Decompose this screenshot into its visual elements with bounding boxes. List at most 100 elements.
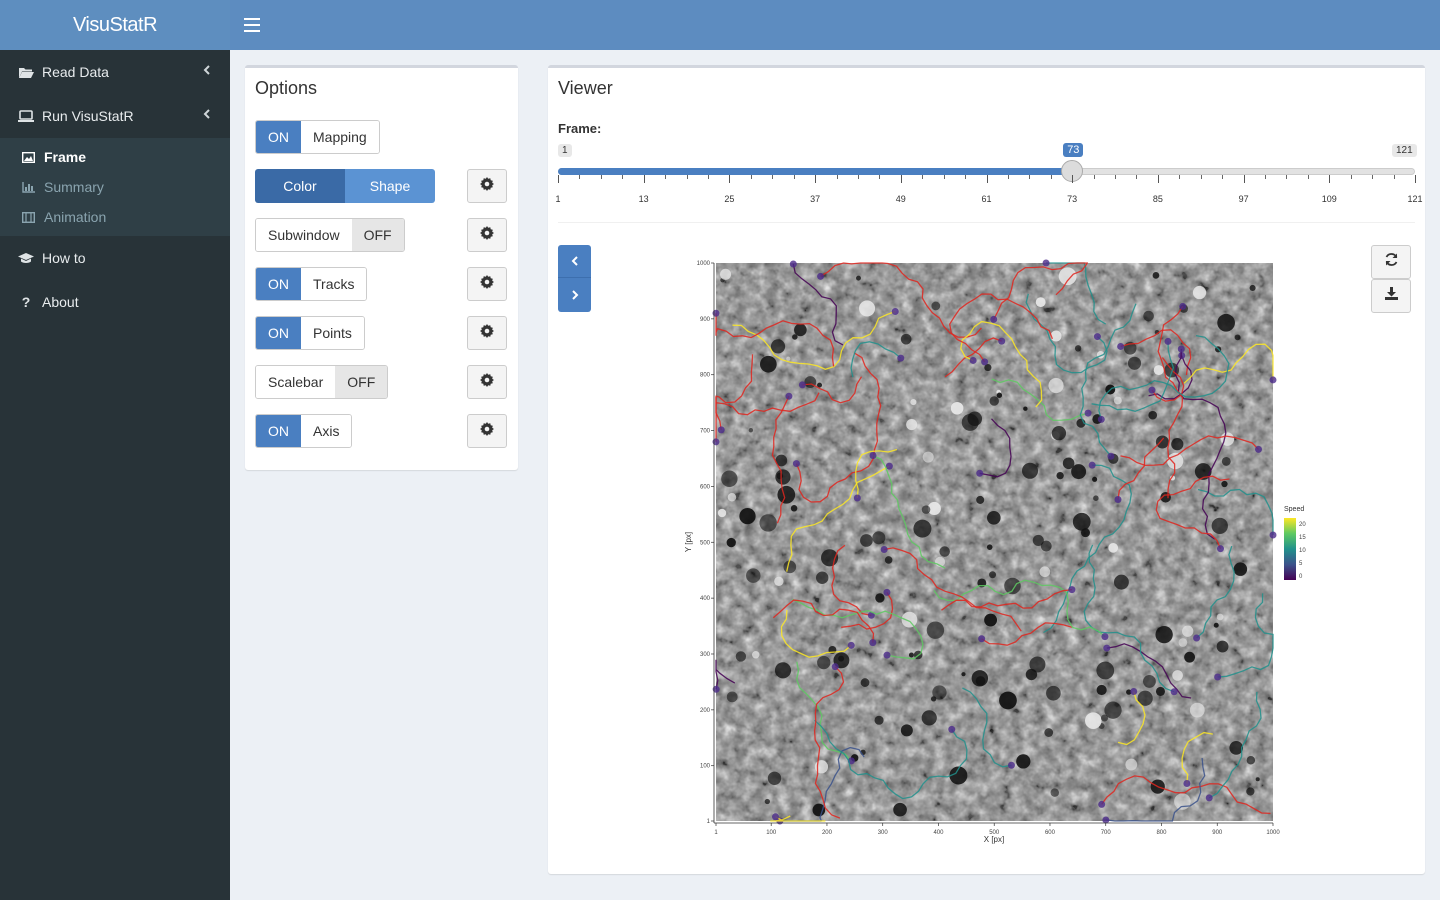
film-icon: [21, 211, 35, 223]
viewer-panel: Viewer Frame: 1 121 73 1 13 25 37 49 61 73 85 97…: [548, 65, 1425, 874]
slider-minor-tick: [922, 175, 924, 179]
cell-blob: [950, 401, 964, 415]
cell-blob: [1155, 435, 1169, 449]
cell-blob: [726, 691, 738, 703]
cell-blob: [717, 508, 727, 518]
subwindow-off[interactable]: OFF: [351, 219, 404, 251]
slider-major-tick: [1072, 175, 1074, 183]
microscopy-texture: [716, 263, 1273, 821]
cell-blob: [721, 470, 738, 487]
frame-slider-fill: [558, 168, 1073, 175]
subwindow-settings-button[interactable]: [467, 218, 507, 252]
track-point: [948, 725, 956, 733]
cell-blob: [1189, 702, 1205, 718]
sidebar-subitem-summary[interactable]: Summary: [0, 172, 230, 202]
color-shape-selector[interactable]: Color Shape: [255, 169, 435, 203]
slider-minor-tick: [600, 175, 602, 179]
tracks-on[interactable]: ON: [256, 268, 301, 300]
cell-blob: [720, 268, 732, 280]
sidebar-item-how-to[interactable]: How to: [0, 236, 230, 280]
chevron-left-icon: [571, 253, 579, 269]
cell-blob: [961, 672, 966, 677]
slider-minor-tick: [1050, 175, 1052, 179]
cell-blob: [874, 715, 884, 725]
x-tick-label: 400: [933, 830, 944, 836]
slider-tick-label: 97: [1238, 194, 1249, 204]
track-point: [981, 358, 989, 366]
frame-nav-buttons: [558, 245, 591, 312]
slider-minor-tick: [1029, 175, 1031, 179]
download-button[interactable]: [1371, 279, 1411, 313]
cell-blob: [726, 537, 736, 548]
x-tick-label: 200: [822, 830, 833, 836]
track-point: [817, 272, 825, 280]
cell-blob: [996, 392, 1003, 398]
app-logo[interactable]: VisuStatR: [0, 0, 230, 50]
track-point: [831, 663, 839, 671]
points-toggle[interactable]: ON Points: [255, 316, 365, 350]
slider-minor-tick: [1350, 175, 1352, 179]
cell-blob: [1048, 377, 1064, 394]
slider-tick-label: 61: [981, 194, 992, 204]
slider-major-tick: [729, 175, 731, 183]
next-frame-button[interactable]: [558, 278, 591, 311]
mapping-toggle[interactable]: ON Mapping: [255, 120, 380, 154]
color-button[interactable]: Color: [255, 169, 345, 203]
slider-minor-tick: [707, 175, 709, 179]
slider-tick-label: 85: [1152, 194, 1163, 204]
axis-settings-button[interactable]: [467, 414, 507, 448]
sidebar-submenu: Frame Summary Animation: [0, 138, 230, 236]
slider-minor-tick: [1286, 175, 1288, 179]
cell-blob: [901, 611, 918, 628]
sidebar-item-run-visustatr[interactable]: Run VisuStatR: [0, 94, 230, 138]
cell-blob: [872, 531, 886, 545]
scalebar-settings-button[interactable]: [467, 365, 507, 399]
download-icon: [1384, 286, 1399, 306]
hamburger-menu-icon[interactable]: [244, 14, 260, 36]
cell-blob: [921, 710, 937, 726]
subwindow-toggle[interactable]: Subwindow OFF: [255, 218, 405, 252]
cell-blob: [770, 339, 786, 354]
sidebar-subitem-frame[interactable]: Frame: [0, 142, 230, 172]
cell-blob: [1023, 406, 1028, 411]
axis-toggle[interactable]: ON Axis: [255, 414, 353, 448]
x-tick-label: 900: [1212, 830, 1223, 836]
cell-blob: [1113, 396, 1122, 405]
sidebar-item-label: Read Data: [42, 64, 109, 80]
points-on[interactable]: ON: [256, 317, 301, 349]
question-icon: ?: [21, 294, 31, 310]
axis-on[interactable]: ON: [256, 415, 301, 447]
cell-blob: [910, 399, 917, 406]
cell-blob: [1221, 456, 1231, 466]
cell-blob: [1032, 534, 1044, 546]
scalebar-off[interactable]: OFF: [335, 366, 388, 398]
mapping-on[interactable]: ON: [256, 121, 301, 153]
refresh-button[interactable]: [1371, 245, 1411, 279]
speed-legend: Speed 20 15 10 5 0: [1284, 506, 1306, 580]
sidebar-item-read-data[interactable]: Read Data: [0, 50, 230, 94]
cell-blob: [906, 419, 918, 431]
y-axis-title: Y [px]: [684, 532, 693, 552]
chevron-left-icon: [203, 108, 210, 122]
cell-blob: [1216, 613, 1224, 621]
previous-frame-button[interactable]: [558, 245, 591, 278]
slider-major-tick: [1415, 175, 1416, 183]
sidebar-item-about[interactable]: ? About: [0, 280, 230, 324]
slider-min-label: 1: [558, 144, 572, 157]
cell-blob: [908, 652, 914, 658]
shape-button[interactable]: Shape: [345, 169, 435, 203]
folder-open-icon: [18, 65, 34, 79]
cell-blob: [1074, 345, 1082, 352]
color-settings-button[interactable]: [467, 169, 507, 203]
tracks-toggle[interactable]: ON Tracks: [255, 267, 368, 301]
tracks-settings-button[interactable]: [467, 267, 507, 301]
track-point: [1179, 302, 1187, 310]
cell-blob: [1246, 787, 1255, 796]
track-point: [1255, 445, 1263, 453]
scalebar-toggle[interactable]: Scalebar OFF: [255, 365, 389, 399]
x-tick-label: 300: [878, 830, 889, 836]
track-point: [1114, 496, 1122, 504]
points-settings-button[interactable]: [467, 316, 507, 350]
sidebar-subitem-animation[interactable]: Animation: [0, 202, 230, 232]
cell-blob: [814, 760, 829, 774]
